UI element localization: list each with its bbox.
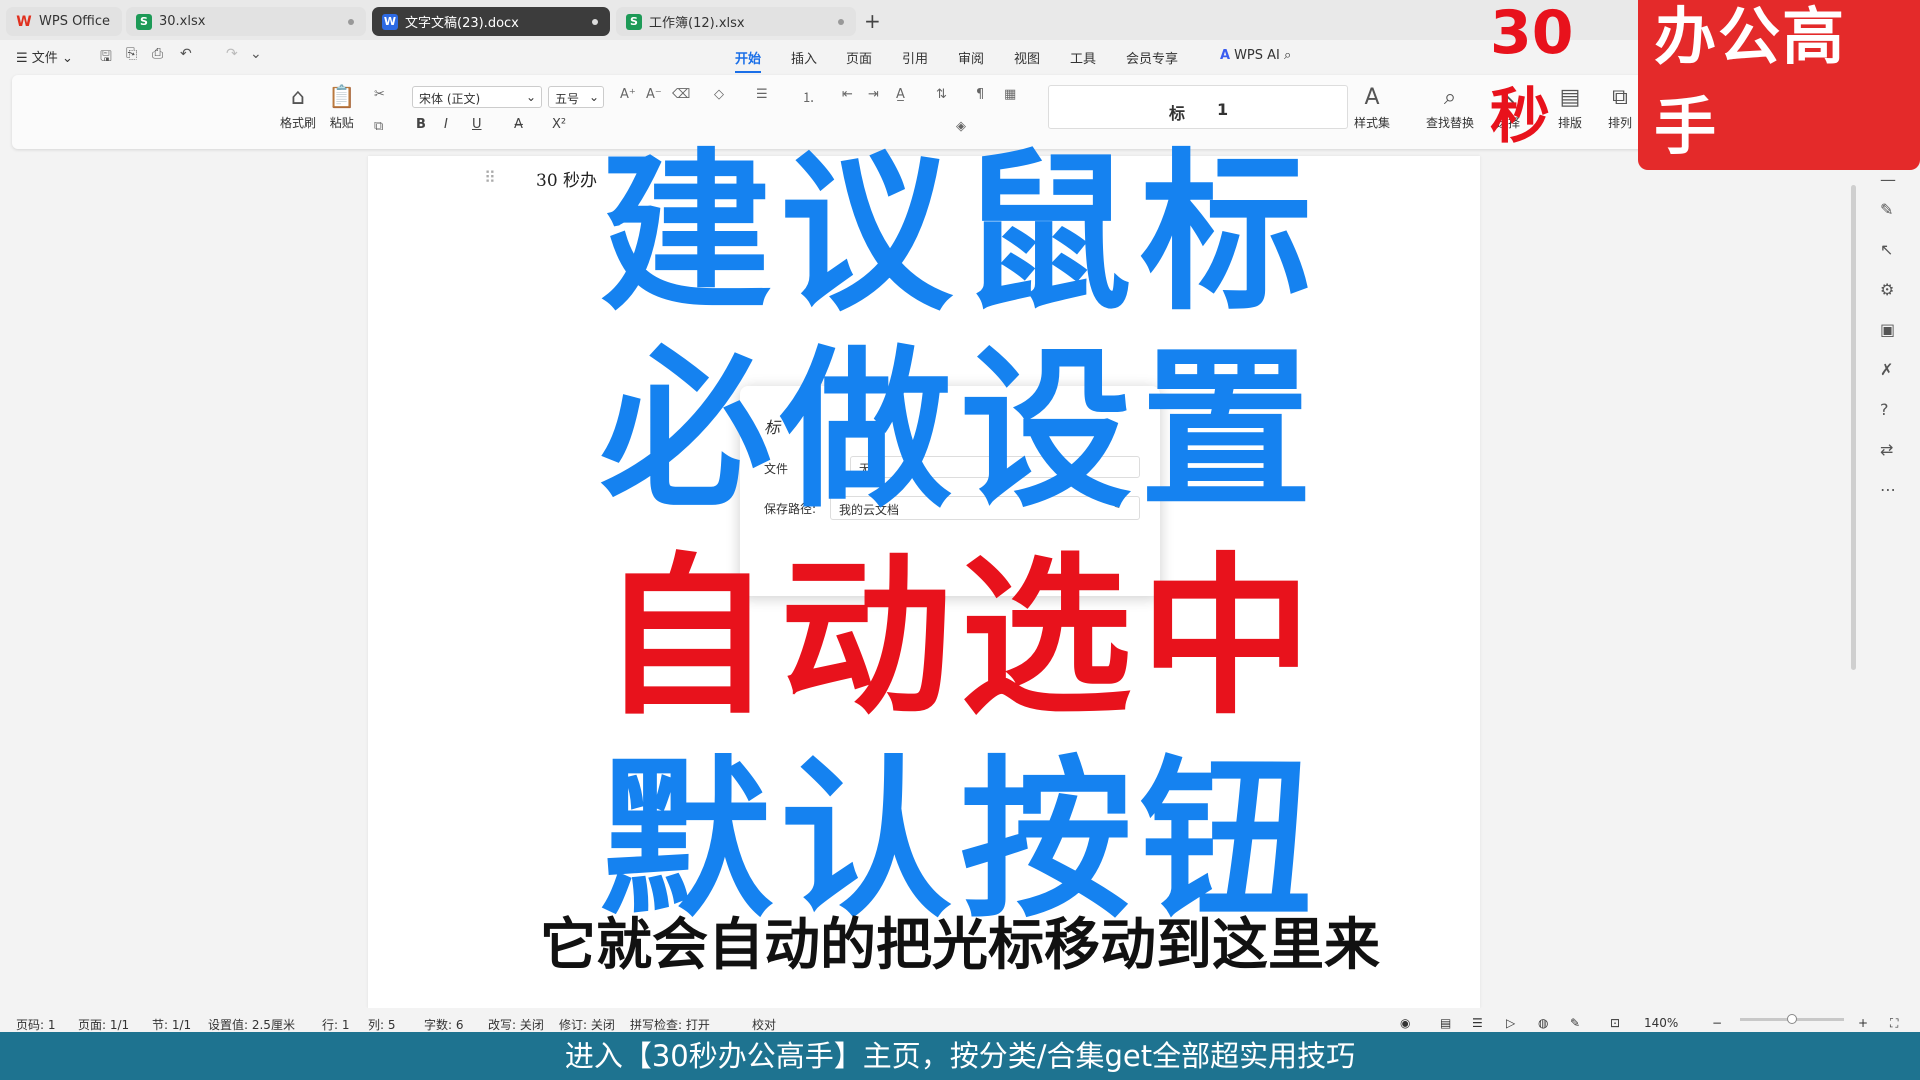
document-icon: W	[382, 13, 398, 30]
unsaved-dot-icon	[348, 19, 354, 25]
status-spellcheck[interactable]: 拼写检查: 打开	[630, 1016, 710, 1033]
eye-icon[interactable]: ◉	[1400, 1016, 1410, 1030]
tab-workbook-xlsx[interactable]: S 工作簿(12).xlsx	[616, 7, 856, 36]
wps-ai-icon: A	[1220, 48, 1231, 63]
status-revision[interactable]: 修订: 关闭	[559, 1016, 615, 1033]
tab-label: 工作簿(12).xlsx	[649, 16, 745, 31]
promo-banner: 进入【30秒办公高手】主页，按分类/合集get全部超实用技巧	[0, 1032, 1920, 1080]
wps-ai-label: WPS AI	[1234, 48, 1280, 63]
save-icon[interactable]: 🖫	[100, 46, 112, 70]
fullscreen-icon[interactable]: ⛶	[1890, 1016, 1898, 1031]
file-menu[interactable]: ☰ 文件 ⌄	[16, 47, 73, 66]
subtitle-caption: 它就会自动的把光标移动到这里来	[540, 913, 1380, 978]
tab-member[interactable]: 会员专享	[1126, 48, 1178, 67]
zoom-level[interactable]: 140%	[1644, 1016, 1678, 1030]
unsaved-dot-icon	[592, 19, 598, 25]
wps-logo-icon: W	[16, 13, 32, 30]
brand-logo: 30秒 办公高手	[1490, 0, 1920, 170]
status-overtype[interactable]: 改写: 关闭	[488, 1016, 544, 1033]
status-proof[interactable]: 校对	[752, 1016, 776, 1033]
outline-view-icon[interactable]: ☰	[1472, 1016, 1483, 1030]
file-menu-label: 文件	[31, 51, 58, 66]
tab-wps-office[interactable]: W WPS Office	[6, 7, 122, 36]
fit-page-icon[interactable]: ⊡	[1610, 1016, 1620, 1030]
redo-icon[interactable]: ↷	[226, 46, 238, 62]
tab-references[interactable]: 引用	[902, 48, 928, 67]
tab-tools[interactable]: 工具	[1070, 48, 1096, 67]
tab-view[interactable]: 视图	[1014, 48, 1040, 67]
brand-number: 30秒	[1490, 0, 1574, 152]
status-row[interactable]: 行: 1	[322, 1016, 350, 1033]
unsaved-dot-icon	[838, 19, 844, 25]
status-setting[interactable]: 设置值: 2.5厘米	[208, 1016, 295, 1033]
more-quick-access-icon[interactable]: ⌄	[250, 46, 262, 62]
play-icon[interactable]: ▷	[1506, 1016, 1515, 1030]
tab-home[interactable]: 开始	[735, 48, 762, 73]
tab-label: WPS Office	[39, 14, 111, 29]
zoom-in-icon[interactable]: +	[1858, 1016, 1868, 1030]
status-page-no[interactable]: 页码: 1	[16, 1016, 56, 1033]
pen-mode-icon[interactable]: ✎	[1570, 1016, 1580, 1030]
web-view-icon[interactable]: ◍	[1538, 1016, 1548, 1030]
undo-icon[interactable]: ↶	[180, 46, 192, 62]
tab-label: 30.xlsx	[159, 14, 206, 29]
status-section[interactable]: 节: 1/1	[152, 1016, 191, 1033]
search-icon[interactable]: ⌕	[1284, 48, 1291, 63]
export-icon[interactable]: ⎘	[126, 46, 137, 62]
wps-ai-button[interactable]: A WPS AI ⌕	[1220, 48, 1291, 63]
status-words[interactable]: 字数: 6	[424, 1016, 464, 1033]
brand-text: 办公高手	[1638, 0, 1920, 170]
zoom-out-icon[interactable]: −	[1712, 1016, 1722, 1030]
status-col[interactable]: 列: 5	[368, 1016, 396, 1033]
tab-page[interactable]: 页面	[846, 48, 872, 67]
tab-insert[interactable]: 插入	[791, 48, 817, 67]
page-view-icon[interactable]: ▤	[1440, 1016, 1451, 1030]
spreadsheet-icon: S	[626, 13, 642, 30]
status-page[interactable]: 页面: 1/1	[78, 1016, 129, 1033]
tab-review[interactable]: 审阅	[958, 48, 984, 67]
new-tab-plus-icon[interactable]: +	[864, 9, 881, 33]
print-preview-icon[interactable]: ⎙	[152, 46, 163, 62]
zoom-slider-knob[interactable]	[1787, 1014, 1797, 1024]
tab-docx-active[interactable]: W 文字文稿(23).docx	[372, 7, 610, 36]
tab-label: 文字文稿(23).docx	[405, 16, 519, 31]
spreadsheet-icon: S	[136, 13, 152, 30]
tab-30-xlsx[interactable]: S 30.xlsx	[126, 7, 366, 36]
